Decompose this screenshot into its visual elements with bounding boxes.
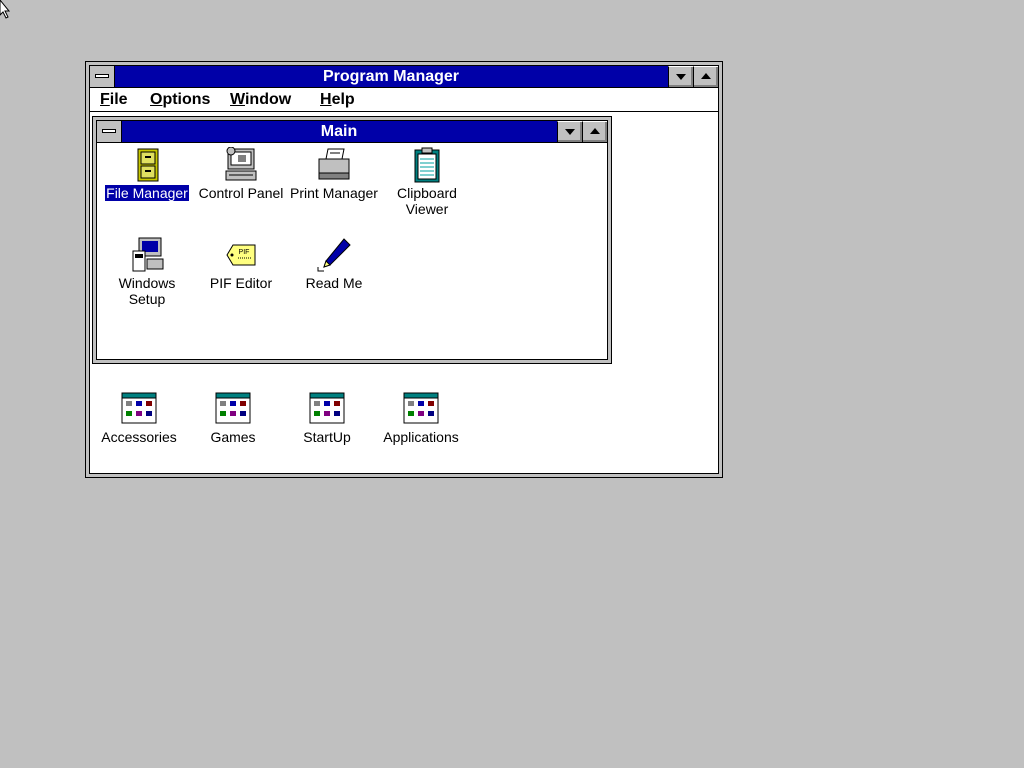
program-group-icon bbox=[309, 392, 345, 424]
minimize-arrow-icon bbox=[565, 129, 575, 135]
mouse-pointer-icon bbox=[0, 0, 11, 19]
accessories-label: Accessories bbox=[101, 429, 177, 445]
minimize-button[interactable] bbox=[668, 66, 693, 87]
group-applications[interactable]: Applications bbox=[376, 391, 466, 447]
menu-bar: File Options Window Help bbox=[90, 88, 718, 112]
menu-file[interactable]: File bbox=[100, 91, 128, 109]
main-group-body: File Manager Control Panel Print Manager… bbox=[97, 143, 607, 359]
file-manager-item[interactable]: File Manager bbox=[102, 147, 192, 203]
program-manager-window[interactable]: Program Manager File Options Window Help… bbox=[85, 61, 723, 478]
program-group-icon bbox=[121, 392, 157, 424]
control-panel-icon bbox=[225, 147, 257, 181]
minimize-arrow-icon bbox=[676, 74, 686, 80]
svg-text:PIF: PIF bbox=[239, 249, 250, 256]
file-manager-label: File Manager bbox=[105, 185, 189, 201]
maximize-arrow-icon bbox=[590, 128, 600, 134]
setup-computer-icon bbox=[132, 237, 164, 272]
startup-label: StartUp bbox=[303, 429, 351, 445]
windows-setup-item[interactable]: Windows Setup bbox=[102, 237, 192, 309]
windows-setup-label: Windows Setup bbox=[118, 275, 176, 307]
clipboard-icon bbox=[414, 147, 440, 183]
file-cabinet-icon bbox=[137, 148, 159, 182]
program-manager-client: Main File Manager Control Panel Print Ma… bbox=[90, 112, 718, 473]
program-group-icon bbox=[215, 392, 251, 424]
system-menu-button[interactable] bbox=[90, 66, 115, 87]
games-label: Games bbox=[210, 429, 256, 445]
menu-window[interactable]: Window bbox=[230, 91, 291, 109]
clipboard-viewer-item[interactable]: Clipboard Viewer bbox=[382, 147, 472, 219]
main-group-window[interactable]: Main File Manager Control Panel Print Ma… bbox=[92, 116, 612, 364]
maximize-button[interactable] bbox=[693, 66, 718, 87]
control-panel-item[interactable]: Control Panel bbox=[196, 147, 286, 203]
main-group-titlebar[interactable]: Main bbox=[97, 121, 607, 143]
window-title: Program Manager bbox=[322, 68, 460, 85]
read-me-label: Read Me bbox=[305, 275, 363, 291]
pif-tag-icon: PIF bbox=[226, 244, 256, 266]
program-manager-titlebar[interactable]: Program Manager bbox=[90, 66, 718, 88]
print-manager-item[interactable]: Print Manager bbox=[289, 147, 379, 203]
pif-editor-item[interactable]: PIF PIF Editor bbox=[196, 237, 286, 293]
pen-icon bbox=[317, 238, 351, 272]
main-minimize-button[interactable] bbox=[557, 121, 582, 142]
main-maximize-button[interactable] bbox=[582, 121, 607, 142]
maximize-arrow-icon bbox=[701, 73, 711, 79]
read-me-item[interactable]: Read Me bbox=[289, 237, 379, 293]
group-startup[interactable]: StartUp bbox=[282, 391, 372, 447]
program-group-icon bbox=[403, 392, 439, 424]
group-accessories[interactable]: Accessories bbox=[94, 391, 184, 447]
menu-options[interactable]: Options bbox=[150, 91, 210, 109]
control-panel-label: Control Panel bbox=[198, 185, 284, 201]
pif-editor-label: PIF Editor bbox=[209, 275, 273, 291]
printer-icon bbox=[318, 148, 350, 180]
main-group-title: Main bbox=[320, 123, 358, 140]
applications-label: Applications bbox=[383, 429, 459, 445]
clipboard-viewer-label: Clipboard Viewer bbox=[397, 185, 457, 217]
main-system-menu-button[interactable] bbox=[97, 121, 122, 142]
print-manager-label: Print Manager bbox=[290, 185, 378, 201]
group-games[interactable]: Games bbox=[188, 391, 278, 447]
menu-help[interactable]: Help bbox=[320, 91, 355, 109]
